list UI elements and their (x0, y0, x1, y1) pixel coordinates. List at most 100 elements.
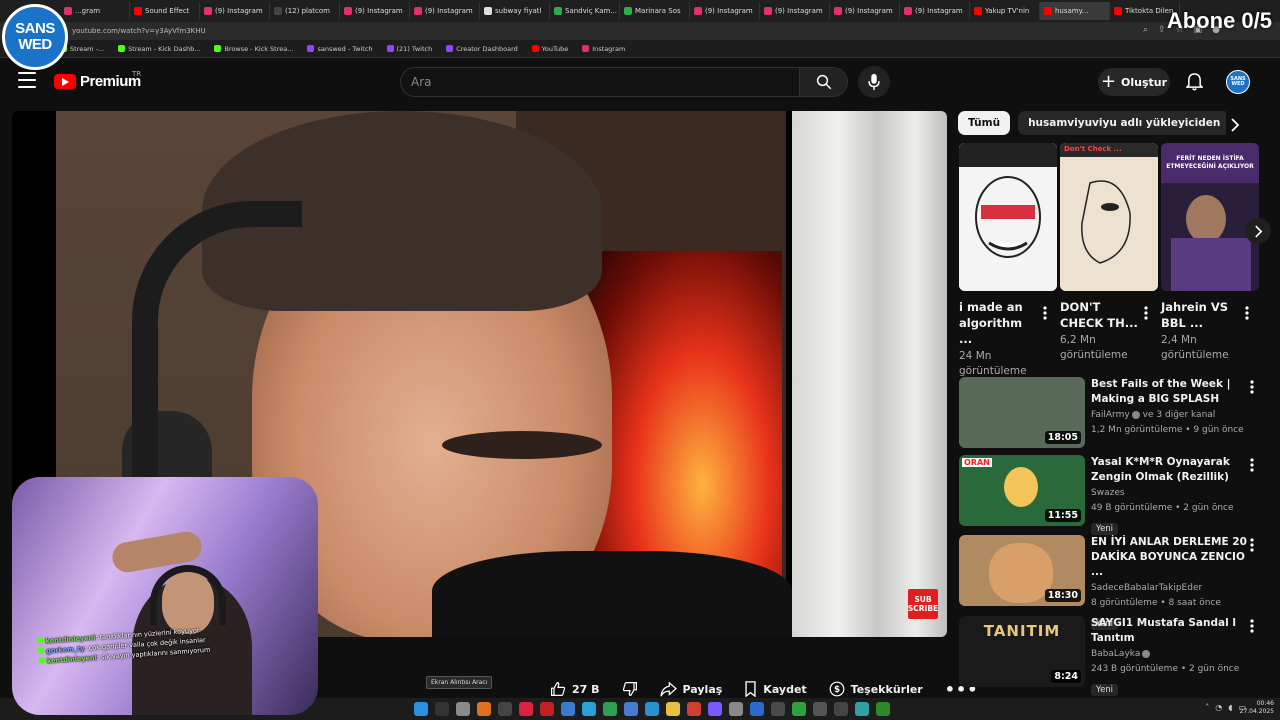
url-text[interactable]: youtube.com/watch?v=y3AyVfm3KHU (72, 27, 206, 35)
filter-chip[interactable]: Tümü (958, 111, 1011, 135)
channel-name[interactable]: Swazes (1091, 486, 1251, 501)
app-icon[interactable] (876, 702, 890, 716)
related-video-item[interactable]: TANITIM 8:24 SAYGI1 Mustafa Sandal l Tanıt… (958, 616, 1258, 696)
related-video-title[interactable]: Best Fails of the Week | Making a BIG SP… (1091, 377, 1251, 407)
short-thumbnail[interactable]: FERİT NEDEN İSTİFA ETMEYECEĞİNİ AÇIKLIYOR (1161, 143, 1259, 291)
short-card[interactable]: i made an algorithm ... 24 Mn görüntüleme (959, 143, 1057, 379)
more-vertical-icon[interactable] (1250, 379, 1254, 398)
share-button[interactable]: Paylaş (659, 681, 722, 697)
network-icon[interactable]: ◔ (1215, 703, 1222, 712)
app-icon[interactable] (687, 702, 701, 716)
browser-tab[interactable]: (9) Instagram (690, 2, 760, 20)
related-video-title[interactable]: Yasal K*M*R Oynayarak Zengin Olmak (Rezi… (1091, 455, 1251, 485)
app-icon[interactable] (855, 702, 869, 716)
browser-tab[interactable]: Sound Effect (130, 2, 200, 20)
bookmark-item[interactable]: Creator Dashboard (446, 45, 518, 53)
xbox-icon[interactable] (771, 702, 785, 716)
browser-tab[interactable]: Marinara Sos (620, 2, 690, 20)
volume-icon[interactable]: ◖ (1228, 703, 1232, 712)
related-video-item[interactable]: 18:05 Best Fails of the Week | Making a B… (958, 377, 1258, 449)
more-vertical-icon[interactable] (1250, 537, 1254, 556)
zoom-icon[interactable]: ⌕ (1143, 25, 1148, 35)
short-thumbnail[interactable]: Don't Check ... (1060, 143, 1158, 291)
search-button[interactable] (800, 67, 848, 97)
browser-tab[interactable]: subway fiyatl (480, 2, 550, 20)
dislike-button[interactable] (622, 681, 638, 697)
related-video-item[interactable]: 18:30 EN İYİ ANLAR DERLEME 20 DAKİKA BOYU… (958, 535, 1258, 630)
bookmark-item[interactable]: Instagram (582, 45, 625, 53)
thanks-button[interactable]: $ Teşekkürler (829, 681, 923, 697)
search-box[interactable] (400, 67, 800, 97)
voice-search-button[interactable] (858, 66, 890, 98)
browser-tab[interactable]: (9) Instagram (340, 2, 410, 20)
related-video-title[interactable]: EN İYİ ANLAR DERLEME 20 DAKİKA BOYUNCA Z… (1091, 535, 1251, 580)
channel-name[interactable]: SadeceBabalarTakipEder (1091, 581, 1251, 596)
more-vertical-icon[interactable] (1250, 618, 1254, 637)
related-video-thumbnail[interactable]: 18:05 (959, 377, 1085, 448)
more-vertical-icon[interactable] (1144, 305, 1148, 324)
taskbar-clock[interactable]: 00:46 27.04.2025 (1240, 700, 1274, 716)
hamburger-menu-icon[interactable] (18, 72, 36, 88)
app-red-icon[interactable] (519, 702, 533, 716)
short-title[interactable]: Jahrein VS BBL ... (1161, 299, 1241, 331)
browser-tab[interactable]: (9) Instagram (900, 2, 970, 20)
app-blue-icon[interactable] (561, 702, 575, 716)
app-icon[interactable] (834, 702, 848, 716)
bookmark-item[interactable]: sanswed - Twitch (307, 45, 373, 53)
browser-tab[interactable]: (9) Instagram (760, 2, 830, 20)
related-video-item[interactable]: ORAN 11:55 Yasal K*M*R Oynayarak Zengin Ol… (958, 455, 1258, 535)
short-card[interactable]: Don't Check ... DON'T CHECK TH... 6,2 Mn g… (1060, 143, 1158, 363)
browser-tab[interactable]: husamy... (1040, 2, 1110, 20)
filter-chip[interactable]: husamviyuviyu adlı yükleyiciden (1018, 111, 1226, 135)
app-icon[interactable] (792, 702, 806, 716)
shorts-next-chevron-icon[interactable] (1245, 218, 1271, 244)
browser-tab[interactable]: (9) Instagram (410, 2, 480, 20)
save-button[interactable]: Kaydet (744, 681, 807, 697)
discord-icon[interactable] (708, 702, 722, 716)
youtube-logo[interactable]: Premium (54, 73, 141, 90)
browser-tab[interactable]: Sandviç Kam... (550, 2, 620, 20)
app-green-icon[interactable] (603, 702, 617, 716)
related-video-thumbnail[interactable]: TANITIM 8:24 (959, 616, 1085, 687)
short-card[interactable]: FERİT NEDEN İSTİFA ETMEYECEĞİNİ AÇIKLIYOR… (1161, 143, 1259, 363)
notifications-bell-icon[interactable] (1185, 72, 1204, 95)
app-icon[interactable] (645, 702, 659, 716)
bookmark-item[interactable]: Stream - Kick Dashb... (118, 45, 200, 53)
short-title[interactable]: DON'T CHECK TH... (1060, 299, 1140, 331)
short-title[interactable]: i made an algorithm ... (959, 299, 1039, 347)
browser-tab[interactable]: Yakup TV'nin (970, 2, 1040, 20)
chips-next-chevron-icon[interactable] (1230, 117, 1240, 136)
more-vertical-icon[interactable] (1043, 305, 1047, 324)
start-menu-icon[interactable] (414, 702, 428, 716)
browser-tab[interactable]: (9) Instagram (830, 2, 900, 20)
search-app-icon[interactable] (477, 702, 491, 716)
browser-tab[interactable]: (9) Instagram (200, 2, 270, 20)
more-vertical-icon[interactable] (1250, 457, 1254, 476)
opera-icon[interactable] (540, 702, 554, 716)
browser-tab[interactable]: (12) platcom (270, 2, 340, 20)
create-button[interactable]: + Oluştur (1098, 68, 1170, 96)
like-button[interactable]: 27 B (550, 681, 600, 697)
chrome-icon[interactable] (624, 702, 638, 716)
task-view-icon[interactable] (435, 702, 449, 716)
steam-icon[interactable] (750, 702, 764, 716)
file-explorer-icon[interactable] (666, 702, 680, 716)
short-thumbnail[interactable] (959, 143, 1057, 291)
related-video-thumbnail[interactable]: 18:30 (959, 535, 1085, 606)
terminal-icon[interactable] (498, 702, 512, 716)
bookmark-item[interactable]: YouTube (531, 45, 568, 53)
related-video-title[interactable]: SAYGI1 Mustafa Sandal l Tanıtım (1091, 616, 1251, 646)
share-page-icon[interactable]: ⇪ (1158, 25, 1166, 35)
browser-tab[interactable]: ...gram (60, 2, 130, 20)
subscribe-watermark[interactable]: SUB SCRIBE (908, 589, 938, 619)
edge-icon[interactable] (582, 702, 596, 716)
bookmark-item[interactable]: (21) Twitch (386, 45, 432, 53)
channel-name[interactable]: BabaLayka (1091, 647, 1251, 662)
bookmark-item[interactable]: Browse - Kick Strea... (214, 45, 293, 53)
account-avatar[interactable]: SANS WED (1226, 70, 1250, 94)
related-video-thumbnail[interactable]: ORAN 11:55 (959, 455, 1085, 526)
app-icon[interactable] (813, 702, 827, 716)
search-input[interactable] (411, 75, 799, 89)
channel-name[interactable]: FailArmy ve 3 diğer kanal (1091, 408, 1251, 423)
chevron-up-icon[interactable]: ˄ (1205, 703, 1209, 712)
